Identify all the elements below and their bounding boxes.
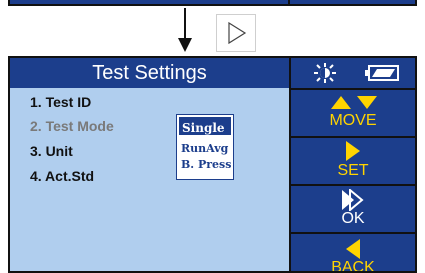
screen-title: Test Settings — [10, 58, 289, 88]
battery-icon — [365, 65, 399, 81]
back-label: BACK — [331, 259, 375, 273]
move-button[interactable]: MOVE — [291, 90, 415, 136]
down-arrow-icon — [178, 8, 192, 52]
previous-device-frame — [8, 0, 417, 6]
test-mode-dropdown[interactable]: Single RunAvg B. Press — [176, 114, 234, 180]
ok-button[interactable]: OK — [291, 186, 415, 232]
menu-item-test-id[interactable]: 1. Test ID — [30, 94, 91, 110]
double-right-arrow-icon — [342, 189, 364, 211]
dropdown-option[interactable]: RunAvg — [181, 142, 228, 155]
dropdown-option[interactable]: B. Press — [181, 158, 231, 171]
set-button[interactable]: SET — [291, 138, 415, 184]
menu-item-unit[interactable]: 3. Unit — [30, 143, 73, 159]
right-arrow-icon — [346, 141, 360, 161]
device-display: Test Settings 1. Test ID 2. Test Mode 3.… — [8, 56, 417, 273]
up-down-arrows-icon — [331, 96, 377, 109]
brightness-icon — [314, 63, 336, 83]
menu-item-act-std[interactable]: 4. Act.Std — [30, 168, 94, 184]
back-button[interactable]: BACK — [291, 234, 415, 273]
set-label: SET — [337, 162, 369, 179]
side-panel: MOVE SET OK BACK — [291, 58, 415, 271]
left-arrow-icon — [346, 239, 360, 259]
ok-label: OK — [341, 210, 365, 227]
play-button[interactable] — [216, 14, 256, 52]
play-icon — [228, 21, 247, 45]
dropdown-option-selected[interactable]: Single — [177, 115, 233, 137]
move-label: MOVE — [329, 112, 377, 129]
main-screen: Test Settings 1. Test ID 2. Test Mode 3.… — [10, 58, 289, 271]
menu-item-test-mode[interactable]: 2. Test Mode — [30, 118, 114, 134]
